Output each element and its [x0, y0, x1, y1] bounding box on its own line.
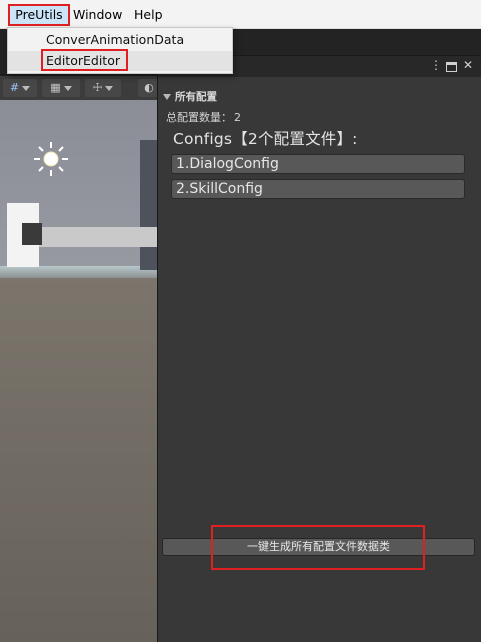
configs-header: Configs【2个配置文件】: — [173, 130, 358, 148]
snap-icon: ▦ — [50, 81, 61, 94]
config-count-value: 2 — [234, 111, 241, 124]
sphere-icon: ◐ — [144, 81, 154, 94]
foldout-arrow-icon — [163, 94, 171, 100]
scene-view[interactable] — [0, 100, 157, 642]
more-options-icon[interactable]: ⋮ — [430, 58, 442, 72]
preutils-dropdown: ConverAnimationData EditorEditor — [7, 27, 233, 74]
grid-icon: # — [9, 81, 20, 94]
chevron-down-icon — [63, 85, 72, 91]
scene-horizon — [0, 266, 157, 278]
menu-preutils[interactable]: PreUtils — [8, 4, 70, 26]
menu-item-conver-animation-data[interactable]: ConverAnimationData — [8, 30, 232, 50]
grid-snap-button[interactable]: # — [3, 79, 37, 97]
scene-shadow — [22, 223, 42, 245]
scene-wall — [25, 227, 157, 247]
highlight-box — [41, 49, 128, 71]
sun-icon — [34, 142, 68, 176]
chevron-down-icon — [105, 85, 114, 91]
all-configs-foldout[interactable]: 所有配置 — [163, 89, 217, 104]
maximize-icon[interactable] — [446, 62, 457, 72]
config-button-skill[interactable]: 2.SkillConfig — [171, 179, 465, 199]
close-icon[interactable]: ✕ — [463, 58, 473, 72]
ruler-button[interactable]: ☩ — [85, 79, 121, 97]
menu-bar: PreUtils Window Help — [0, 0, 481, 29]
config-button-dialog[interactable]: 1.DialogConfig — [171, 154, 465, 174]
ruler-icon: ☩ — [92, 81, 103, 94]
chevron-down-icon — [22, 85, 31, 91]
scene-ground — [0, 278, 157, 642]
increment-snap-button[interactable]: ▦ — [42, 79, 80, 97]
menu-help[interactable]: Help — [129, 4, 168, 26]
config-count-label: 总配置数量： — [166, 111, 232, 124]
highlight-box — [211, 525, 425, 570]
config-editor-window: ⋮ ✕ 所有配置 总配置数量： 2 Configs【2个配置文件】: 1.Dial… — [157, 55, 481, 642]
scene-object — [140, 140, 157, 270]
scene-toolbar: # ▦ ☩ ◐ — [0, 76, 160, 100]
menu-window[interactable]: Window — [68, 4, 127, 26]
config-count: 总配置数量： 2 — [164, 109, 241, 125]
foldout-label: 所有配置 — [175, 91, 217, 103]
